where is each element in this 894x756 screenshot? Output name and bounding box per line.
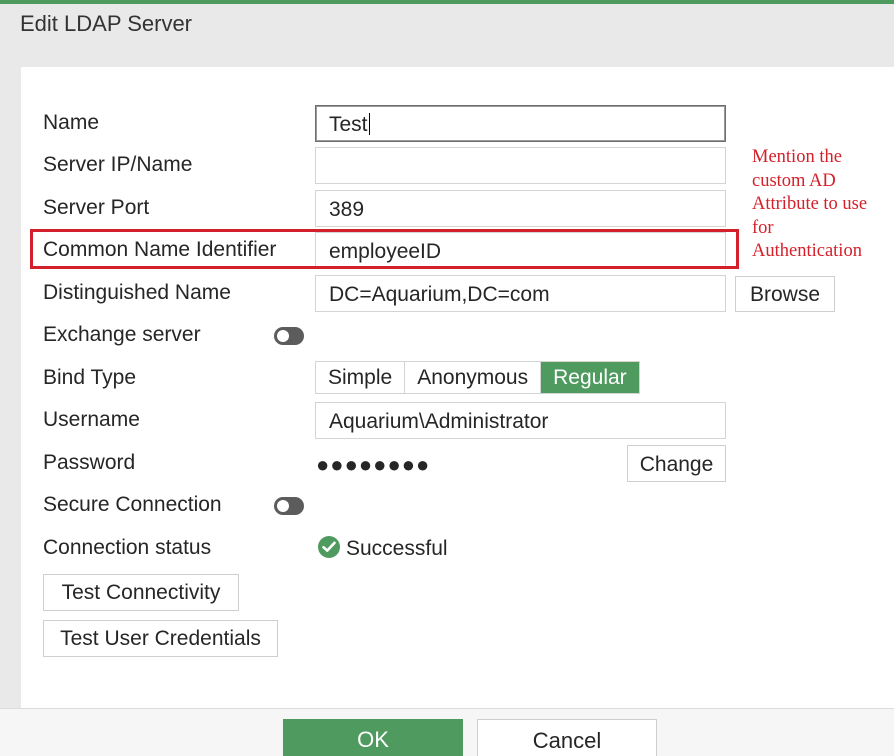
annotation-line: custom AD — [752, 170, 836, 191]
server-ip-label: Server IP/Name — [43, 153, 193, 176]
annotation-line: Mention the — [752, 147, 842, 167]
bind-type-simple[interactable]: Simple — [316, 362, 406, 393]
username-label: Username — [43, 408, 140, 431]
server-port-label: Server Port — [43, 196, 150, 219]
password-masked-value: ●●●●●●●● — [316, 452, 431, 477]
browse-button[interactable]: Browse — [735, 276, 835, 312]
change-password-button[interactable]: Change — [627, 445, 726, 482]
dialog-title: Edit LDAP Server — [20, 11, 193, 36]
annotation-highlight-box — [30, 229, 739, 269]
server-port-input[interactable]: 389 — [315, 190, 726, 227]
distinguished-name-input[interactable]: DC=Aquarium,DC=com — [315, 275, 726, 312]
bind-type-selector: Simple Anonymous Regular — [315, 361, 640, 394]
test-user-credentials-button[interactable]: Test User Credentials — [43, 620, 278, 657]
check-circle-icon — [318, 536, 340, 558]
distinguished-name-label: Distinguished Name — [43, 281, 231, 304]
connection-status: Successful — [318, 536, 448, 561]
secure-connection-toggle[interactable] — [274, 497, 304, 515]
name-input[interactable]: Test — [315, 105, 726, 142]
dialog-titlebar: Edit LDAP Server — [0, 4, 894, 44]
toggle-knob — [277, 500, 289, 512]
toggle-knob — [277, 330, 289, 342]
text-caret — [368, 113, 370, 135]
server-ip-input[interactable] — [315, 147, 726, 184]
ok-button[interactable]: OK — [283, 719, 463, 756]
name-value: Test — [329, 113, 368, 136]
connection-status-value: Successful — [346, 537, 448, 560]
username-input[interactable]: Aquarium\Administrator — [315, 402, 726, 439]
annotation-note: Mention the custom AD Attribute to use f… — [752, 146, 892, 264]
annotation-line: Attribute to use — [752, 194, 868, 214]
exchange-server-label: Exchange server — [43, 323, 201, 346]
annotation-line: for — [752, 217, 774, 238]
bind-type-regular[interactable]: Regular — [541, 362, 639, 393]
test-connectivity-button[interactable]: Test Connectivity — [43, 574, 239, 611]
connection-status-label: Connection status — [43, 536, 212, 559]
exchange-server-toggle[interactable] — [274, 327, 304, 345]
secure-connection-label: Secure Connection — [43, 493, 222, 516]
password-label: Password — [43, 451, 136, 474]
bind-type-label: Bind Type — [43, 366, 137, 389]
cancel-button[interactable]: Cancel — [477, 719, 657, 756]
annotation-line: Authentication — [752, 241, 862, 261]
name-label: Name — [43, 111, 100, 134]
bind-type-anonymous[interactable]: Anonymous — [405, 362, 542, 393]
